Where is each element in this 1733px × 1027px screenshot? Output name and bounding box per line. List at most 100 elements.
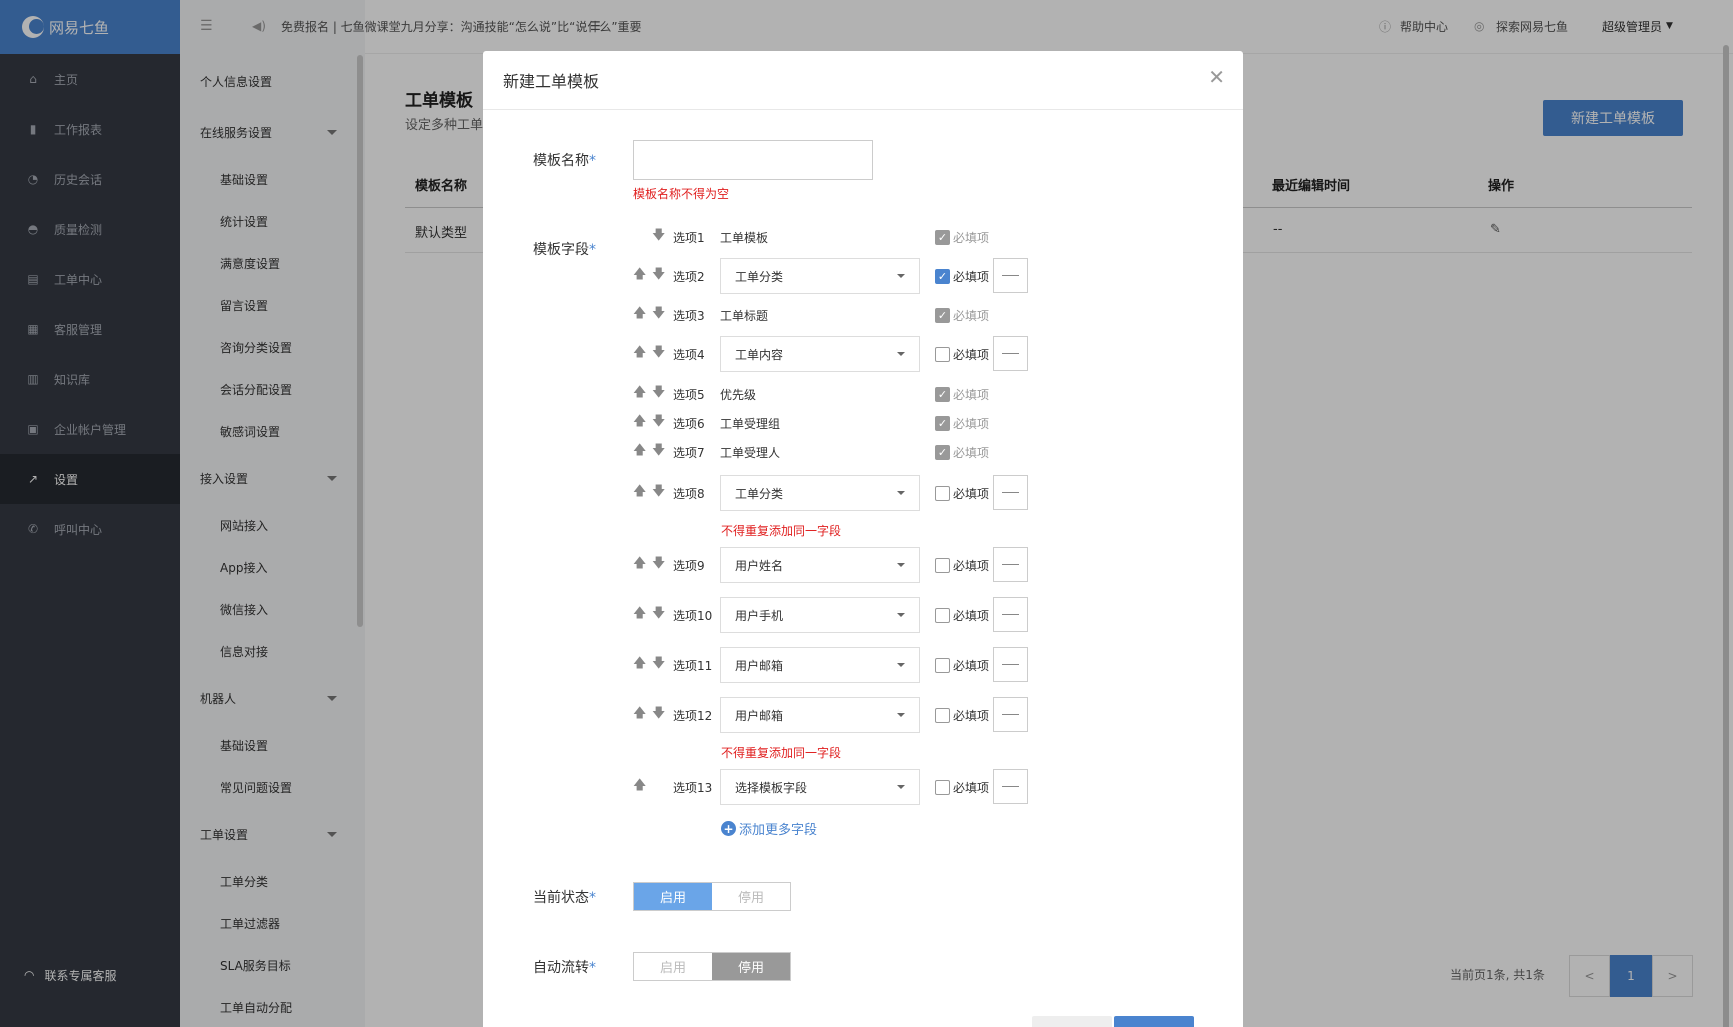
fixed-field-name: 工单模板 (720, 230, 769, 245)
move-down-arrow-icon[interactable]: 🡇 (652, 475, 665, 511)
field-select-value: 用户邮箱 (735, 708, 784, 723)
field-option-label: 选项7 (673, 445, 705, 460)
required-text: 必填项 (953, 416, 990, 431)
field-select-value: 用户姓名 (735, 558, 784, 573)
move-down-arrow-icon[interactable]: 🡇 (652, 336, 665, 372)
status-enable-option[interactable]: 启用 (634, 883, 712, 910)
cancel-button[interactable] (1032, 1016, 1112, 1027)
move-up-arrow-icon[interactable]: 🡅 (633, 647, 646, 683)
required-checkbox[interactable]: 必填项 (935, 769, 989, 805)
required-checkbox[interactable]: 必填项 (935, 597, 989, 633)
autoflow-disable-option[interactable]: 停用 (712, 953, 790, 980)
checkbox-icon (935, 485, 950, 501)
label-text: 自动流转 (533, 960, 589, 976)
required-text: 必填项 (953, 780, 990, 795)
field-select-value: 选择模板字段 (735, 780, 808, 795)
remove-field-button[interactable] (993, 475, 1028, 510)
move-up-arrow-icon[interactable]: 🡅 (633, 697, 646, 733)
move-down-arrow-icon[interactable]: 🡇 (652, 434, 665, 470)
required-checkbox[interactable]: 必填项 (935, 647, 989, 683)
close-icon[interactable]: ✕ (1208, 65, 1225, 89)
remove-field-button[interactable] (993, 597, 1028, 632)
status-disable-option[interactable]: 停用 (712, 883, 790, 910)
dialog-header: 新建工单模板 (483, 51, 1243, 110)
field-option-label: 选项8 (673, 486, 705, 501)
field-option-label: 选项3 (673, 308, 705, 323)
template-fields-label: 模板字段* (533, 239, 596, 259)
status-label: 当前状态* (533, 887, 596, 907)
status-toggle: 启用 停用 (633, 882, 791, 911)
minus-icon (1002, 664, 1019, 665)
checkbox-icon: ✓ (935, 307, 950, 323)
autoflow-enable-option[interactable]: 启用 (634, 953, 712, 980)
required-text: 必填项 (953, 608, 990, 623)
required-text: 必填项 (953, 269, 990, 284)
field-select[interactable]: 用户手机 (720, 597, 920, 633)
move-up-arrow-icon[interactable]: 🡅 (633, 297, 646, 333)
field-row: 🡅 🡇 选项2 工单分类 ✓ 必填项 (633, 258, 1103, 294)
remove-field-button[interactable] (993, 336, 1028, 371)
template-name-input[interactable] (633, 140, 873, 180)
field-select[interactable]: 工单分类 (720, 258, 920, 294)
minus-icon (1002, 714, 1019, 715)
required-checkbox[interactable]: 必填项 (935, 336, 989, 372)
move-down-arrow-icon[interactable]: 🡇 (652, 297, 665, 333)
required-checkbox[interactable]: 必填项 (935, 697, 989, 733)
field-option-label: 选项13 (673, 780, 713, 795)
checkbox-icon: ✓ (935, 268, 950, 284)
required-checkbox[interactable]: 必填项 (935, 475, 989, 511)
confirm-button[interactable] (1114, 1016, 1194, 1027)
checkbox-icon: ✓ (935, 415, 950, 431)
field-row: 🡅 🡇 选项3 工单标题 ✓ 必填项 (633, 297, 1103, 333)
required-star: * (589, 242, 596, 258)
move-down-arrow-icon[interactable]: 🡇 (652, 258, 665, 294)
move-up-arrow-icon[interactable]: 🡅 (633, 597, 646, 633)
minus-icon (1002, 614, 1019, 615)
move-up-arrow-icon[interactable]: 🡅 (633, 769, 646, 805)
move-down-arrow-icon[interactable]: 🡇 (652, 547, 665, 583)
field-option-label: 选项10 (673, 608, 713, 623)
label-text: 模板名称 (533, 153, 589, 169)
dropdown-arrow-icon (897, 713, 905, 717)
minus-icon (1002, 353, 1019, 354)
move-down-arrow-icon[interactable]: 🡇 (652, 697, 665, 733)
remove-field-button[interactable] (993, 258, 1028, 293)
required-checkbox[interactable]: 必填项 (935, 547, 989, 583)
dropdown-arrow-icon (897, 613, 905, 617)
move-up-arrow-icon[interactable]: 🡅 (633, 547, 646, 583)
required-star: * (589, 153, 596, 169)
move-down-arrow-icon[interactable]: 🡇 (652, 647, 665, 683)
remove-field-button[interactable] (993, 697, 1028, 732)
checkbox-icon: ✓ (935, 444, 950, 460)
required-checkbox[interactable]: ✓ 必填项 (935, 258, 989, 294)
checkbox-icon (935, 779, 950, 795)
move-up-arrow-icon[interactable]: 🡅 (633, 475, 646, 511)
minus-icon (1002, 492, 1019, 493)
add-more-label: 添加更多字段 (739, 823, 818, 838)
required-text: 必填项 (953, 658, 990, 673)
field-select[interactable]: 工单分类 (720, 475, 920, 511)
move-up-arrow-icon[interactable]: 🡅 (633, 434, 646, 470)
required-text: 必填项 (953, 230, 990, 245)
field-select[interactable]: 用户邮箱 (720, 647, 920, 683)
required-star: * (589, 960, 596, 976)
field-select[interactable]: 工单内容 (720, 336, 920, 372)
checkbox-icon: ✓ (935, 229, 950, 245)
label-text: 当前状态 (533, 890, 589, 906)
field-option-label: 选项1 (673, 230, 705, 245)
autoflow-label: 自动流转* (533, 957, 596, 977)
field-select[interactable]: 用户邮箱 (720, 697, 920, 733)
move-up-arrow-icon[interactable]: 🡅 (633, 258, 646, 294)
remove-field-button[interactable] (993, 769, 1028, 804)
field-row: 🡅 🡇 选项9 用户姓名 必填项 (633, 547, 1103, 583)
field-select[interactable]: 选择模板字段 (720, 769, 920, 805)
move-up-arrow-icon[interactable]: 🡅 (633, 336, 646, 372)
add-more-fields-button[interactable]: + 添加更多字段 (721, 819, 817, 838)
fixed-field-name: 工单标题 (720, 308, 769, 323)
remove-field-button[interactable] (993, 647, 1028, 682)
move-down-arrow-icon[interactable]: 🡇 (652, 597, 665, 633)
minus-icon (1002, 564, 1019, 565)
remove-field-button[interactable] (993, 547, 1028, 582)
field-select[interactable]: 用户姓名 (720, 547, 920, 583)
move-down-arrow-icon[interactable]: 🡇 (652, 219, 665, 255)
